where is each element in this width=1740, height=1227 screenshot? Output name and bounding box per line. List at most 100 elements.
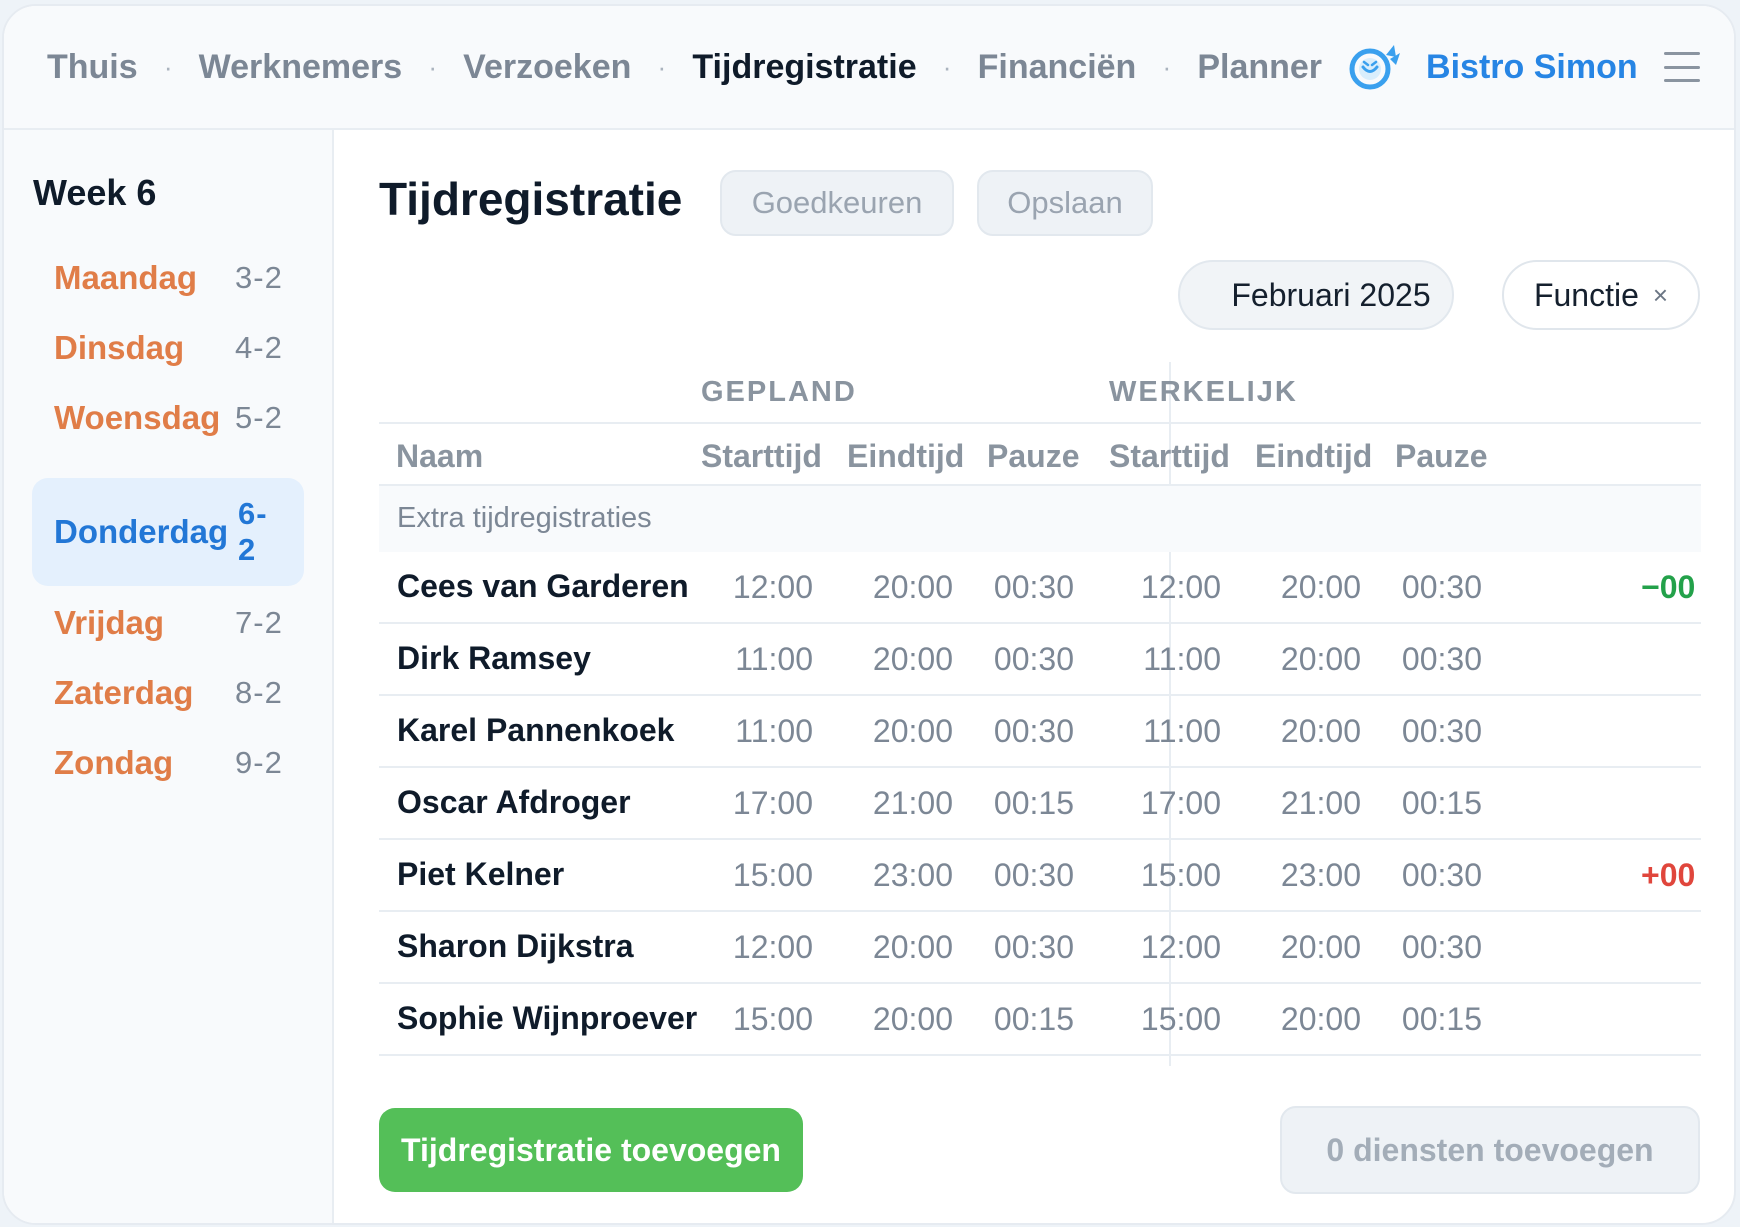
employee-name[interactable]: Cees van Garderen [397,568,689,605]
day-date: 3-2 [235,260,283,295]
time-difference: +00 [1641,857,1696,893]
employee-name[interactable]: Karel Pannenkoek [397,712,674,749]
group-header-actual: WERKELIJK [1109,376,1298,408]
planned-end-cell[interactable]: 20:00 [833,641,953,678]
planned-break-cell[interactable]: 00:30 [954,929,1074,966]
add-shifts-button[interactable]: 0 diensten toevoegen [1280,1106,1700,1194]
actual-end-cell[interactable]: 20:00 [1241,641,1361,678]
section-label: Extra tijdregistraties [397,502,652,534]
function-filter[interactable]: Functie × [1502,260,1700,330]
employee-name[interactable]: Dirk Ramsey [397,640,591,677]
brand[interactable]: Bistro Simon [1348,43,1638,91]
planned-start-cell[interactable]: 11:00 [693,641,813,678]
planned-start-cell[interactable]: 11:00 [693,713,813,750]
add-time-registration-button[interactable]: Tijdregistratie toevoegen [379,1108,803,1192]
sidebar-day-vrijdag[interactable]: Vrijdag 7-2 [32,594,304,652]
actual-start-cell[interactable]: 12:00 [1101,929,1221,966]
column-header-actual-break[interactable]: Pauze [1395,438,1487,475]
planned-end-cell[interactable]: 21:00 [833,785,953,822]
sidebar-day-maandag[interactable]: Maandag 3-2 [32,249,304,307]
time-difference: −00 [1641,569,1696,605]
table-row[interactable]: Cees van Garderen 12:00 20:00 00:30 12:00 20:… [379,552,1701,624]
top-navigation: Thuis · Werknemers · Verzoeken · Tijdreg… [4,6,1734,130]
planned-break-cell[interactable]: 00:30 [954,857,1074,894]
time-registration-table: GEPLAND WERKELIJK Naam Starttijd Eindtij… [379,362,1701,1100]
planned-start-cell[interactable]: 12:00 [693,929,813,966]
actual-end-cell[interactable]: 21:00 [1241,785,1361,822]
planned-start-cell[interactable]: 15:00 [693,857,813,894]
day-date: 7-2 [235,605,283,640]
employee-name[interactable]: Oscar Afdroger [397,784,631,821]
nav-item-werknemers[interactable]: Werknemers [199,48,403,87]
planned-end-cell[interactable]: 20:00 [833,569,953,606]
planned-break-cell[interactable]: 00:15 [954,1001,1074,1038]
sidebar-day-dinsdag[interactable]: Dinsdag 4-2 [32,319,304,377]
sidebar-day-donderdag[interactable]: Donderdag 6-2 [32,478,304,586]
planned-break-cell[interactable]: 00:30 [954,713,1074,750]
column-header-planned-start[interactable]: Starttijd [701,438,822,475]
table-row[interactable]: Karel Pannenkoek 11:00 20:00 00:30 11:00 20:0… [379,696,1701,768]
planned-end-cell[interactable]: 20:00 [833,1001,953,1038]
table-row[interactable]: Sophie Wijnproever 15:00 20:00 00:15 15:00 20… [379,984,1701,1056]
month-filter[interactable]: Februari 2025 [1178,260,1454,330]
nav-item-tijdregistratie[interactable]: Tijdregistratie [692,48,916,87]
employee-name[interactable]: Sophie Wijnproever [397,1000,697,1037]
column-header-actual-start[interactable]: Starttijd [1109,438,1230,475]
planned-break-cell[interactable]: 00:30 [954,641,1074,678]
actual-break-cell[interactable]: 00:30 [1362,857,1482,894]
nav-item-verzoeken[interactable]: Verzoeken [463,48,631,87]
close-icon[interactable]: × [1653,280,1668,311]
actual-start-cell[interactable]: 11:00 [1101,713,1221,750]
sidebar-day-woensdag[interactable]: Woensdag 5-2 [32,389,304,447]
actual-break-cell[interactable]: 00:30 [1362,929,1482,966]
nav-separator: · [1162,51,1172,82]
actual-start-cell[interactable]: 17:00 [1101,785,1221,822]
planned-start-cell[interactable]: 17:00 [693,785,813,822]
approve-button[interactable]: Goedkeuren [720,170,954,236]
save-button[interactable]: Opslaan [977,170,1153,236]
planned-start-cell[interactable]: 15:00 [693,1001,813,1038]
hamburger-menu-icon[interactable] [1663,52,1700,82]
actual-end-cell[interactable]: 20:00 [1241,1001,1361,1038]
column-header-name[interactable]: Naam [396,438,483,475]
actual-break-cell[interactable]: 00:15 [1362,1001,1482,1038]
function-filter-label: Functie [1533,276,1639,313]
actual-start-cell[interactable]: 15:00 [1101,857,1221,894]
column-header-planned-end[interactable]: Eindtijd [847,438,964,475]
table-row[interactable]: Oscar Afdroger 17:00 21:00 00:15 17:00 21:00 0… [379,768,1701,840]
brand-name[interactable]: Bistro Simon [1426,48,1638,87]
planned-break-cell[interactable]: 00:15 [954,785,1074,822]
actual-end-cell[interactable]: 23:00 [1241,857,1361,894]
actual-break-cell[interactable]: 00:30 [1362,713,1482,750]
actual-end-cell[interactable]: 20:00 [1241,713,1361,750]
column-header-actual-end[interactable]: Eindtijd [1255,438,1372,475]
nav-separator: · [657,51,667,82]
table-row[interactable]: Sharon Dijkstra 12:00 20:00 00:30 12:00 20:00… [379,912,1701,984]
employee-name[interactable]: Sharon Dijkstra [397,928,634,965]
nav-item-financien[interactable]: Financiën [978,48,1137,87]
actual-end-cell[interactable]: 20:00 [1241,929,1361,966]
planned-break-cell[interactable]: 00:30 [954,569,1074,606]
planned-end-cell[interactable]: 20:00 [833,713,953,750]
app-window: Thuis · Werknemers · Verzoeken · Tijdreg… [2,4,1736,1225]
employee-name[interactable]: Piet Kelner [397,856,564,893]
planned-end-cell[interactable]: 20:00 [833,929,953,966]
actual-break-cell[interactable]: 00:30 [1362,641,1482,678]
day-date: 4-2 [235,330,283,365]
day-name: Donderdag [54,513,229,550]
planned-end-cell[interactable]: 23:00 [833,857,953,894]
table-row[interactable]: Dirk Ramsey 11:00 20:00 00:30 11:00 20:00 00:3… [379,624,1701,696]
actual-start-cell[interactable]: 11:00 [1101,641,1221,678]
column-header-planned-break[interactable]: Pauze [987,438,1079,475]
actual-break-cell[interactable]: 00:30 [1362,569,1482,606]
sidebar-day-zaterdag[interactable]: Zaterdag 8-2 [32,664,304,722]
actual-break-cell[interactable]: 00:15 [1362,785,1482,822]
actual-start-cell[interactable]: 15:00 [1101,1001,1221,1038]
nav-item-planner[interactable]: Planner [1197,48,1322,87]
nav-item-thuis[interactable]: Thuis [47,48,138,87]
actual-start-cell[interactable]: 12:00 [1101,569,1221,606]
planned-start-cell[interactable]: 12:00 [693,569,813,606]
table-row[interactable]: Piet Kelner 15:00 23:00 00:30 15:00 23:00 00:3… [379,840,1701,912]
actual-end-cell[interactable]: 20:00 [1241,569,1361,606]
sidebar-day-zondag[interactable]: Zondag 9-2 [32,734,304,792]
